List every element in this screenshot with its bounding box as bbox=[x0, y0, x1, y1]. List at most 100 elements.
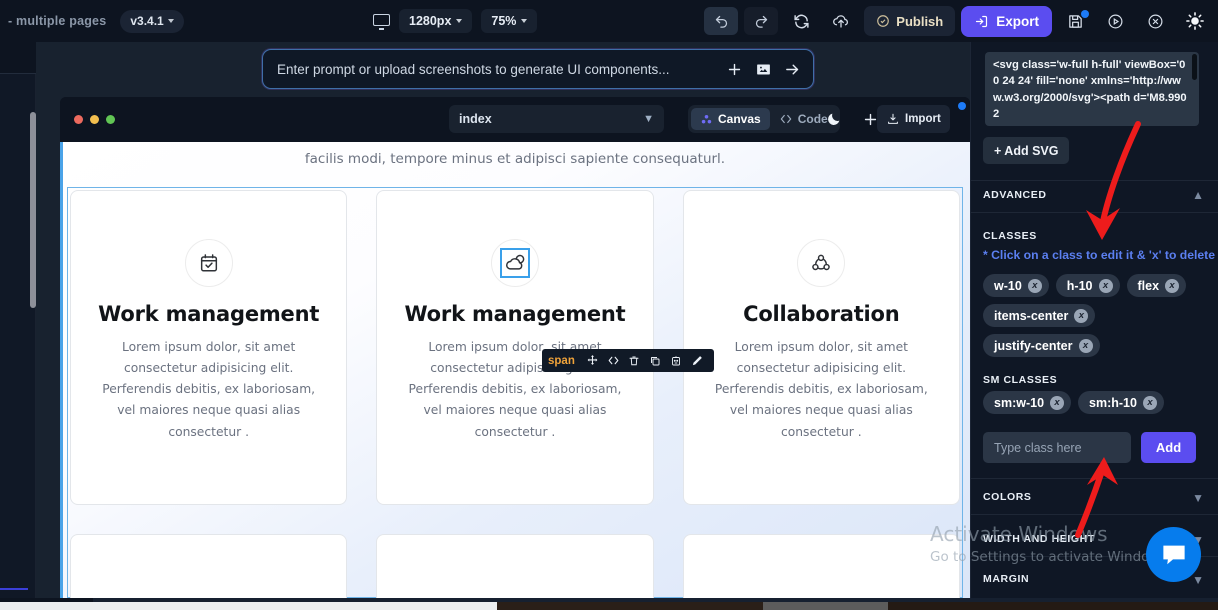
remove-class-icon[interactable]: x bbox=[1165, 278, 1180, 293]
maximize-dot[interactable] bbox=[106, 115, 115, 124]
remove-class-icon[interactable]: x bbox=[1078, 338, 1093, 353]
window-traffic-lights[interactable] bbox=[74, 115, 115, 124]
close-button[interactable] bbox=[1138, 7, 1172, 35]
prompt-image-button[interactable] bbox=[755, 61, 772, 78]
refresh-button[interactable] bbox=[784, 7, 818, 35]
class-chip[interactable]: flex x bbox=[1126, 274, 1187, 297]
zoom-selector[interactable]: 75% bbox=[481, 9, 538, 33]
feature-card[interactable] bbox=[376, 534, 654, 598]
export-button[interactable]: Export bbox=[961, 5, 1052, 37]
sm-classes-section-title: SM CLASSES bbox=[983, 374, 1058, 386]
class-name-input[interactable]: Type class here bbox=[983, 432, 1131, 463]
card-icon-wrapper[interactable] bbox=[184, 239, 233, 287]
colors-collapse-chevron[interactable]: ▼ bbox=[1192, 491, 1204, 505]
class-chip[interactable]: items-center x bbox=[983, 304, 1096, 327]
cloud-icon[interactable] bbox=[499, 248, 530, 278]
publish-button[interactable]: Publish bbox=[864, 6, 956, 36]
svg-code-textarea[interactable]: <svg class='w-full h-full' viewBox='0 0 … bbox=[985, 52, 1199, 126]
undo-button[interactable] bbox=[704, 7, 739, 35]
left-sidebar-header bbox=[0, 42, 36, 74]
chevron-down-icon: ▼ bbox=[643, 113, 654, 125]
save-button[interactable] bbox=[1058, 7, 1092, 35]
element-toolbar[interactable]: span bbox=[542, 349, 714, 372]
remove-class-icon[interactable]: x bbox=[1074, 308, 1089, 323]
remove-class-icon[interactable]: x bbox=[1142, 395, 1157, 410]
play-circle-icon bbox=[1108, 14, 1122, 28]
feature-card[interactable]: Work management Lorem ipsum dolor, sit a… bbox=[70, 190, 348, 505]
card-icon-wrapper[interactable] bbox=[797, 239, 846, 287]
file-selector[interactable]: index ▼ bbox=[449, 105, 664, 133]
feature-card-grid: Work management Lorem ipsum dolor, sit a… bbox=[70, 190, 960, 598]
add-class-button[interactable]: Add bbox=[1141, 432, 1196, 463]
move-icon[interactable] bbox=[582, 354, 603, 367]
theme-toggle-button[interactable] bbox=[1178, 7, 1212, 35]
viewport-controls: 1280px 75% bbox=[373, 0, 538, 42]
redo-button[interactable] bbox=[744, 7, 779, 35]
viewport-width-selector[interactable]: 1280px bbox=[399, 9, 473, 33]
remove-class-icon[interactable]: x bbox=[1098, 278, 1113, 293]
import-button[interactable]: Import bbox=[877, 105, 950, 133]
export-icon bbox=[976, 15, 988, 27]
svg-code-value: <svg class='w-full h-full' viewBox='0 0 … bbox=[993, 59, 1187, 121]
trash-icon[interactable] bbox=[624, 355, 645, 367]
taskbar-segment-light bbox=[0, 602, 497, 610]
class-chip-list: w-10 x h-10 x flex x items-center x justify-… bbox=[983, 274, 1207, 357]
ai-robot-icon[interactable] bbox=[666, 355, 687, 367]
chevron-down-icon bbox=[521, 19, 528, 23]
feature-card[interactable] bbox=[70, 534, 348, 598]
feature-card[interactable] bbox=[682, 534, 960, 598]
image-icon bbox=[757, 64, 770, 74]
top-actions: Publish Export bbox=[704, 0, 1212, 42]
prompt-input[interactable]: Enter prompt or upload screenshots to ge… bbox=[262, 49, 814, 89]
code-icon[interactable] bbox=[603, 354, 624, 367]
class-chip-label: justify-center bbox=[994, 338, 1073, 353]
properties-panel: <svg class='w-full h-full' viewBox='0 0 … bbox=[970, 42, 1218, 598]
class-chip[interactable]: justify-center x bbox=[983, 334, 1100, 357]
version-selector[interactable]: v3.4.1 bbox=[120, 9, 184, 33]
class-chip[interactable]: h-10 x bbox=[1055, 274, 1120, 297]
undo-icon bbox=[715, 15, 727, 28]
canvas-page[interactable]: facilis modi, tempore minus et adipisci … bbox=[60, 142, 970, 598]
add-svg-button[interactable]: + Add SVG bbox=[983, 137, 1070, 164]
left-sidebar-accent bbox=[0, 588, 28, 590]
plus-icon bbox=[864, 113, 876, 125]
remove-class-icon[interactable]: x bbox=[1027, 278, 1042, 293]
width-height-section-title: WIDTH AND HEIGHT bbox=[983, 533, 1095, 545]
desktop-monitor-icon[interactable] bbox=[373, 14, 390, 30]
class-chip-label: flex bbox=[1137, 278, 1160, 293]
version-label: v3.4.1 bbox=[130, 13, 164, 28]
class-chip-label: w-10 bbox=[994, 278, 1022, 293]
zoom-label: 75% bbox=[491, 14, 517, 28]
close-dot[interactable] bbox=[74, 115, 83, 124]
prompt-add-button[interactable] bbox=[726, 61, 743, 78]
sm-class-chip[interactable]: sm:w-10 x bbox=[983, 391, 1072, 414]
minimize-dot[interactable] bbox=[90, 115, 99, 124]
page-left-highlight bbox=[60, 142, 63, 598]
prompt-send-button[interactable] bbox=[784, 61, 801, 78]
dark-mode-toggle[interactable] bbox=[820, 105, 848, 133]
chevron-down-icon bbox=[167, 18, 174, 23]
file-name-label: index bbox=[459, 112, 492, 126]
view-mode-tabs: Canvas Code bbox=[688, 105, 840, 133]
class-chip[interactable]: w-10 x bbox=[983, 274, 1049, 297]
sun-icon bbox=[1186, 12, 1204, 30]
preview-play-button[interactable] bbox=[1098, 7, 1132, 35]
feature-card[interactable]: Work management Lorem ipsum dolor, sit a… bbox=[376, 190, 654, 505]
duplicate-icon[interactable] bbox=[645, 355, 666, 367]
advanced-collapse-chevron[interactable]: ▲ bbox=[1192, 188, 1204, 202]
tab-canvas[interactable]: Canvas bbox=[691, 108, 770, 130]
remove-class-icon[interactable]: x bbox=[1050, 395, 1065, 410]
pencil-icon[interactable] bbox=[687, 354, 708, 367]
cloud-upload-button[interactable] bbox=[824, 7, 858, 35]
svg-code-scrollbar[interactable] bbox=[1192, 54, 1197, 80]
prompt-placeholder: Enter prompt or upload screenshots to ge… bbox=[277, 61, 670, 77]
sm-class-chip[interactable]: sm:h-10 x bbox=[1078, 391, 1164, 414]
feature-card[interactable]: Collaboration Lorem ipsum dolor, sit ame… bbox=[682, 190, 960, 505]
card-title: Collaboration bbox=[743, 302, 900, 326]
code-icon bbox=[780, 114, 791, 124]
margin-collapse-chevron[interactable]: ▼ bbox=[1192, 573, 1204, 587]
card-icon-wrapper[interactable] bbox=[490, 239, 539, 287]
intro-paragraph: facilis modi, tempore minus et adipisci … bbox=[304, 151, 726, 167]
chat-support-button[interactable] bbox=[1146, 527, 1201, 582]
close-circle-icon bbox=[1148, 14, 1162, 28]
